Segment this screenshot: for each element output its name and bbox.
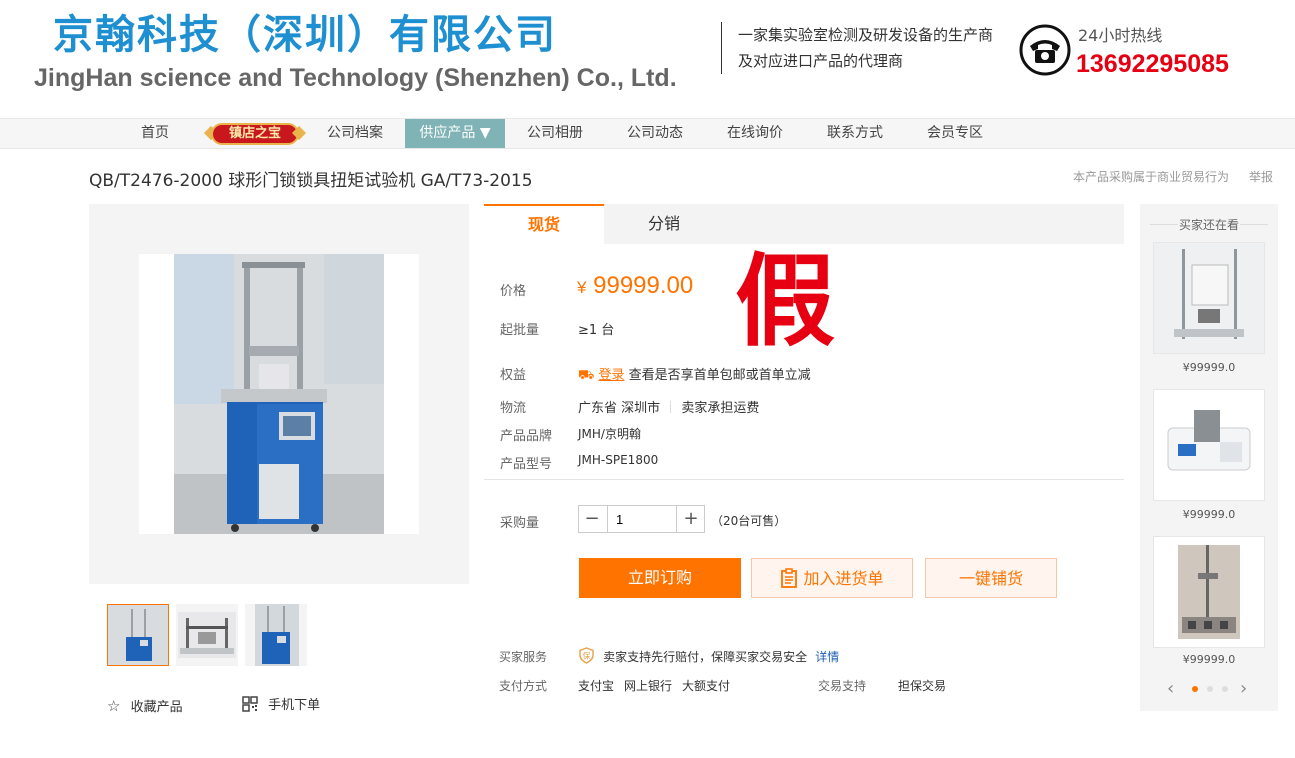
hotline-number[interactable]: 13692295085 [1076, 50, 1229, 79]
recommended-item-1[interactable] [1153, 242, 1265, 354]
thumbnail-2[interactable] [176, 604, 238, 666]
product-title: QB/T2476-2000 球形门锁锁具扭矩试验机 GA/T73-2015 [89, 171, 533, 191]
fake-warning-stamp: 假 [735, 243, 835, 360]
price-value: ¥ 99999.00 [577, 272, 693, 300]
star-icon: ☆ [107, 697, 121, 715]
trade-note: 本产品采购属于商业贸易行为 [1073, 170, 1230, 184]
nav-item-contact[interactable]: 联系方式 [818, 119, 892, 148]
quantity-label: 采购量 [500, 516, 540, 531]
mobile-order-label: 手机下单 [268, 698, 321, 713]
hotline-label: 24小时热线 [1078, 26, 1163, 45]
tab-in-stock[interactable]: 现货 [484, 204, 604, 244]
details-divider [484, 479, 1124, 480]
login-link[interactable]: 登录 [599, 368, 625, 383]
sidebar-prev-arrow[interactable]: ‹ [1167, 678, 1174, 699]
model-value: JMH-SPE1800 [578, 453, 659, 467]
quantity-decrease-button[interactable]: − [579, 506, 605, 532]
featured-badge-label: 镇店之宝 [211, 123, 299, 145]
buy-now-button[interactable]: 立即订购 [579, 558, 741, 598]
buyer-service-row: 保 卖家支持先行赔付，保障买家交易安全 详情 [578, 647, 839, 668]
nav-item-inquiry[interactable]: 在线询价 [718, 119, 792, 148]
main-nav: 首页 镇店之宝 公司档案 供应产品 ▼ 公司相册 公司动态 在线询价 联系方式 … [0, 118, 1295, 149]
moq-label: 起批量 [500, 323, 540, 338]
nav-item-profile[interactable]: 公司档案 [318, 119, 392, 148]
logistics-fee: 卖家承担运费 [681, 401, 760, 416]
buyer-service-text: 卖家支持先行赔付，保障买家交易安全 [603, 650, 808, 664]
sidebar-title-rule-right [1240, 224, 1268, 225]
nav-item-products[interactable]: 供应产品 ▼ [405, 119, 505, 148]
header-divider [721, 22, 722, 74]
add-to-cart-label: 加入进货单 [803, 569, 884, 588]
recommended-price-2: ¥99999.0 [1182, 508, 1236, 521]
price-amount: 99999.00 [593, 272, 694, 299]
quantity-increase-button[interactable]: + [678, 506, 704, 532]
benefit-text: 查看是否享首单包邮或首单立减 [628, 368, 811, 383]
favorite-label: 收藏产品 [130, 700, 183, 715]
logistics-divider [670, 401, 672, 413]
add-to-cart-button[interactable]: 加入进货单 [751, 558, 913, 598]
recommended-price-3: ¥99999.0 [1182, 653, 1236, 666]
sidebar-page-dot-2[interactable] [1207, 686, 1213, 692]
tab-distribution[interactable]: 分销 [604, 204, 724, 244]
quantity-stepper: − + [578, 505, 705, 533]
payment-option-1: 支付宝 [578, 679, 615, 693]
brand-label: 产品品牌 [500, 429, 553, 444]
report-link[interactable]: 举报 [1249, 168, 1273, 185]
stock-available: （20台可售） [711, 514, 787, 528]
one-click-distribute-button[interactable]: 一键铺货 [925, 558, 1057, 598]
qr-code-icon [242, 696, 258, 716]
product-gallery [89, 204, 469, 584]
company-tagline: 一家集实验室检测及研发设备的生产商 及对应进口产品的代理商 [738, 22, 993, 74]
nav-item-members[interactable]: 会员专区 [918, 119, 992, 148]
benefit-icon: ⛟ [578, 368, 595, 383]
sidebar-page-dot-3[interactable] [1222, 686, 1228, 692]
buyer-service-label: 买家服务 [499, 650, 548, 664]
company-name-en: JingHan science and Technology (Shenzhen… [34, 64, 677, 92]
brand-value: JMH/京明翰 [578, 427, 641, 441]
company-name-cn: 京翰科技（深圳）有限公司 [53, 12, 557, 58]
offer-tabs: 现货 分销 [484, 204, 1124, 244]
sidebar-next-arrow[interactable]: › [1240, 678, 1247, 699]
currency-symbol: ¥ [577, 278, 587, 297]
recommended-item-3[interactable] [1153, 536, 1265, 648]
logistics-label: 物流 [500, 401, 527, 416]
logistics-row: 广东省 深圳市 卖家承担运费 [578, 397, 759, 416]
nav-item-news[interactable]: 公司动态 [618, 119, 692, 148]
benefit-label: 权益 [500, 368, 527, 383]
tagline-line-2: 及对应进口产品的代理商 [738, 52, 904, 70]
nav-item-featured[interactable]: 镇店之宝 [203, 119, 307, 148]
mobile-order[interactable]: 手机下单 [242, 694, 320, 716]
payment-option-2: 网上银行 [624, 679, 673, 693]
favorite-product[interactable]: ☆ 收藏产品 [107, 696, 183, 715]
logistics-origin: 广东省 深圳市 [578, 401, 661, 416]
svg-text:保: 保 [583, 651, 591, 661]
trade-support-value: 担保交易 [898, 679, 947, 693]
main-product-image[interactable] [139, 254, 419, 534]
thumbnail-1[interactable] [107, 604, 169, 666]
model-label: 产品型号 [500, 457, 553, 472]
nav-item-home[interactable]: 首页 [130, 119, 180, 148]
recommended-sidebar: 买家还在看 ¥99999.0 ¥99999.0 ¥99999.0 [1140, 204, 1278, 711]
shield-icon: 保 [578, 647, 595, 668]
service-details-link[interactable]: 详情 [815, 650, 839, 664]
recommended-price-1: ¥99999.0 [1182, 361, 1236, 374]
thumbnail-3[interactable] [245, 604, 307, 666]
telephone-icon [1019, 24, 1071, 76]
recommended-item-2[interactable] [1153, 389, 1265, 501]
payment-option-3: 大额支付 [682, 679, 731, 693]
trade-support-label: 交易支持 [818, 679, 867, 693]
tagline-line-1: 一家集实验室检测及研发设备的生产商 [738, 26, 994, 44]
moq-value: ≥1 台 [578, 323, 615, 338]
sidebar-page-dot-1[interactable] [1192, 686, 1198, 692]
price-label: 价格 [500, 284, 527, 299]
payment-label: 支付方式 [499, 679, 548, 693]
benefit-row: ⛟ 登录 查看是否享首单包邮或首单立减 [578, 364, 811, 385]
clipboard-icon [780, 563, 798, 603]
nav-item-album[interactable]: 公司相册 [518, 119, 592, 148]
quantity-input[interactable] [607, 506, 677, 532]
